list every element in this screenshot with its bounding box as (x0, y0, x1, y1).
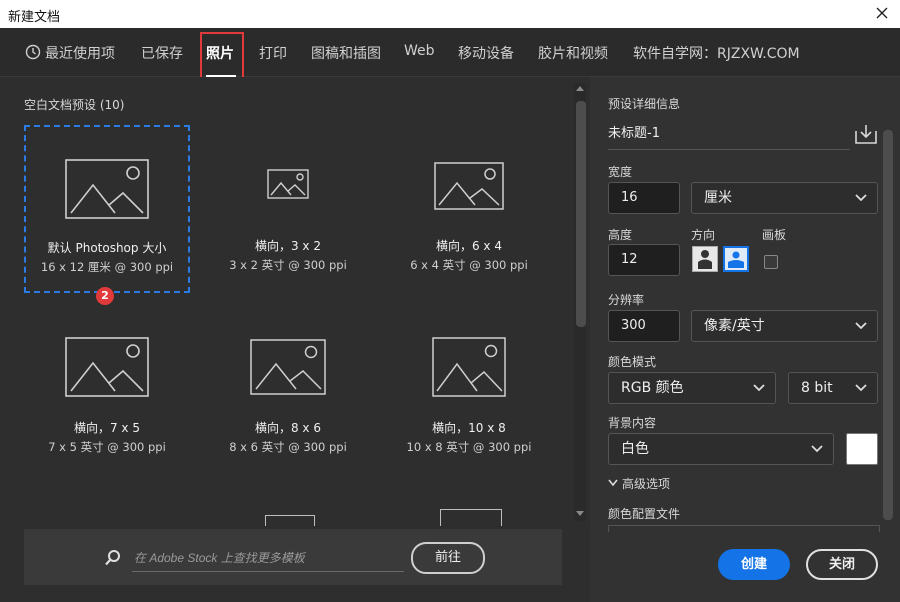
preset-name: 横向，7 x 5 (73, 421, 140, 435)
image-placeholder-icon (250, 339, 326, 395)
background-label: 背景内容 (608, 416, 657, 430)
bit-depth-select[interactable]: 8 bit (788, 372, 878, 404)
image-placeholder-icon (65, 337, 149, 397)
width-unit-value: 厘米 (704, 190, 732, 206)
close-button[interactable]: 关闭 (806, 549, 878, 580)
watermark-text: 软件自学网：RJZXW.COM (633, 46, 800, 62)
tab-print[interactable]: 打印 (259, 43, 287, 63)
stock-search-bar: 前往 (24, 529, 562, 585)
chevron-down-icon (855, 384, 867, 392)
artboard-checkbox[interactable] (764, 255, 778, 269)
height-label: 高度 (608, 228, 633, 242)
chevron-down-icon (855, 322, 867, 330)
preset-size: 3 x 2 英寸 @ 300 ppi (229, 258, 347, 272)
clock-icon (25, 44, 41, 60)
tab-art-illustration[interactable]: 图稿和插图 (311, 43, 381, 63)
preset-card[interactable]: 横向，8 x 6 8 x 6 英寸 @ 300 ppi (205, 307, 371, 475)
tab-mobile[interactable]: 移动设备 (458, 43, 514, 63)
tab-label: 最近使用项 (45, 46, 115, 62)
width-unit-select[interactable]: 厘米 (691, 182, 878, 214)
preset-section-title: 空白文档预设 (10) (24, 98, 125, 112)
bit-depth-value: 8 bit (801, 380, 833, 396)
preset-name: 默认 Photoshop 大小 (47, 241, 167, 255)
resolution-unit-select[interactable]: 像素/英寸 (691, 310, 878, 342)
artboard-label: 画板 (762, 228, 787, 242)
orientation-label: 方向 (691, 228, 716, 242)
preset-card-partial[interactable] (440, 509, 502, 526)
color-profile-label: 颜色配置文件 (608, 507, 681, 521)
portrait-orientation-button[interactable] (692, 246, 718, 272)
preset-size: 16 x 12 厘米 @ 300 ppi (40, 260, 174, 274)
color-profile-select[interactable] (608, 525, 880, 532)
window-title: 新建文档 (8, 10, 61, 25)
resolution-unit-value: 像素/英寸 (704, 318, 765, 334)
preset-card[interactable]: 横向，6 x 4 6 x 4 英寸 @ 300 ppi (386, 125, 552, 293)
image-placeholder-icon (267, 169, 309, 199)
preset-size: 6 x 4 英寸 @ 300 ppi (410, 258, 528, 272)
tab-recent[interactable]: 最近使用项 (25, 43, 115, 63)
save-preset-icon[interactable] (854, 123, 878, 145)
tab-web[interactable]: Web (404, 43, 435, 59)
chevron-down-icon (608, 479, 618, 487)
preset-panel: 空白文档预设 (10) 默认 Photoshop 大小 16 x 12 厘米 @… (0, 77, 590, 602)
preset-name: 横向，3 x 2 (254, 239, 321, 253)
preset-card[interactable]: 横向，7 x 5 7 x 5 英寸 @ 300 ppi (24, 307, 190, 475)
preset-details-panel: 预设详细信息 未标题-1 宽度 16 厘米 高度 12 方向 画板 分辨率 30… (590, 77, 900, 602)
go-button[interactable]: 前往 (411, 542, 485, 574)
image-placeholder-icon (434, 162, 504, 210)
image-placeholder-icon (65, 159, 149, 219)
preset-card-partial[interactable] (265, 515, 315, 526)
advanced-options-label: 高级选项 (622, 477, 671, 491)
preset-size: 8 x 6 英寸 @ 300 ppi (229, 440, 347, 454)
category-tabs: 最近使用项 已保存 照片 打印 图稿和插图 Web 移动设备 胶片和视频 软件自… (0, 28, 900, 77)
chevron-down-icon (855, 194, 867, 202)
width-input[interactable]: 16 (608, 182, 680, 214)
color-mode-value: RGB 颜色 (621, 380, 684, 396)
resolution-input[interactable]: 300 (608, 310, 680, 342)
color-mode-select[interactable]: RGB 颜色 (608, 372, 776, 404)
background-color-swatch[interactable] (846, 433, 878, 465)
height-input[interactable]: 12 (608, 244, 680, 276)
portrait-icon (698, 250, 712, 269)
close-icon[interactable] (872, 3, 892, 23)
landscape-orientation-button[interactable] (723, 246, 749, 272)
preset-scrollbar-thumb[interactable] (576, 101, 586, 327)
scroll-down-icon[interactable] (576, 511, 584, 517)
advanced-options-toggle[interactable]: 高级选项 (608, 475, 670, 492)
details-heading: 预设详细信息 (608, 97, 681, 111)
tab-film-video[interactable]: 胶片和视频 (538, 43, 608, 63)
preset-card[interactable]: 默认 Photoshop 大小 16 x 12 厘米 @ 300 ppi (24, 125, 190, 293)
preset-name: 横向，8 x 6 (254, 421, 321, 435)
landscape-icon (728, 251, 744, 268)
width-label: 宽度 (608, 165, 633, 179)
chevron-down-icon (811, 445, 823, 453)
background-value: 白色 (621, 441, 649, 457)
document-name-field[interactable]: 未标题-1 (608, 123, 850, 150)
color-mode-label: 颜色模式 (608, 355, 657, 369)
preset-card[interactable]: 横向，3 x 2 3 x 2 英寸 @ 300 ppi (205, 125, 371, 293)
resolution-label: 分辨率 (608, 293, 645, 307)
details-scrollbar[interactable] (883, 130, 893, 520)
scroll-up-icon[interactable] (576, 85, 584, 91)
preset-size: 10 x 8 英寸 @ 300 ppi (406, 440, 532, 454)
annotation-marker-2: 2 (96, 287, 114, 305)
create-button[interactable]: 创建 (718, 549, 790, 580)
preset-name: 横向，10 x 8 (432, 421, 506, 435)
chevron-down-icon (753, 384, 765, 392)
preset-name: 横向，6 x 4 (435, 239, 502, 253)
background-select[interactable]: 白色 (608, 433, 834, 465)
tab-saved[interactable]: 已保存 (141, 43, 183, 63)
preset-size: 7 x 5 英寸 @ 300 ppi (48, 440, 166, 454)
image-placeholder-icon (432, 337, 506, 397)
search-icon (105, 550, 120, 566)
title-bar: 新建文档 (0, 0, 900, 28)
stock-search-input[interactable] (132, 545, 404, 572)
preset-card[interactable]: 横向，10 x 8 10 x 8 英寸 @ 300 ppi (386, 307, 552, 475)
